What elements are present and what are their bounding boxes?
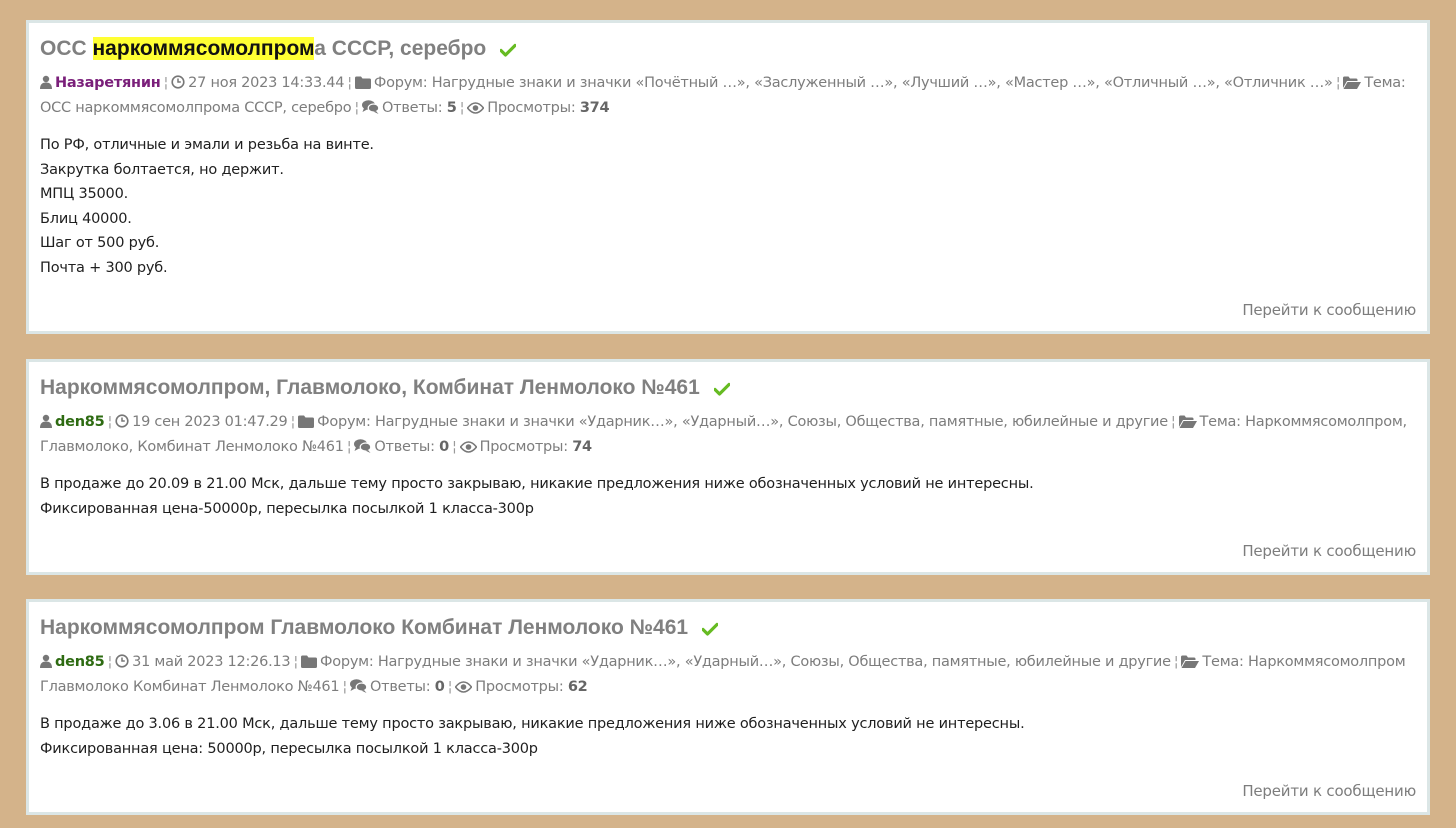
title-text[interactable]: Наркоммясомолпром, Главмолоко, Комбинат …: [40, 376, 700, 399]
excerpt-line: Фиксированная цена-50000р, пересылка пос…: [40, 500, 534, 517]
user-icon: [40, 75, 52, 89]
replies-label: Ответы:: [370, 678, 431, 695]
clock-icon: [115, 654, 129, 668]
folder-icon: [298, 415, 315, 428]
goto-message-link[interactable]: Перейти к сообщению: [1242, 782, 1416, 800]
forum-label: Форум:: [320, 654, 374, 670]
post-excerpt: В продаже до 20.09 в 21.00 Мск, дальше т…: [40, 472, 1416, 521]
post-meta: Назаретянин ¦ 27 ноя 2023 14:33.44 ¦ Форум: …: [40, 75, 1406, 116]
excerpt-line: Фиксированная цена: 50000р, пересылка по…: [40, 740, 538, 757]
post-date: 27 ноя 2023 14:33.44: [188, 75, 345, 91]
views-label: Просмотры:: [479, 438, 569, 455]
search-result-card: ОСС наркоммясомолпрома СССР, серебро Наз…: [26, 20, 1430, 334]
excerpt-line: МПЦ 35000.: [40, 186, 129, 203]
title-text[interactable]: Наркоммясомолпром Главмолоко Комбинат Ле…: [40, 616, 688, 639]
post-date: 31 май 2023 12:26.13: [132, 654, 291, 670]
user-icon: [40, 654, 52, 668]
author-link[interactable]: Назаретянин: [55, 75, 161, 91]
search-result-card: Наркоммясомолпром, Главмолоко, Комбинат …: [26, 359, 1430, 575]
comments-icon: [354, 438, 372, 453]
forum-link[interactable]: Нагрудные знаки и значки «Ударник…», «Уд…: [375, 414, 1168, 430]
title-text[interactable]: а СССР, серебро: [314, 37, 486, 60]
views-count: 374: [579, 99, 610, 116]
author-link[interactable]: den85: [55, 654, 105, 670]
excerpt-line: В продаже до 20.09 в 21.00 Мск, дальше т…: [40, 476, 1034, 492]
replies-label: Ответы:: [382, 99, 443, 116]
excerpt-line: Блиц 40000.: [40, 210, 132, 227]
replies-count: 0: [434, 678, 445, 695]
check-icon: [713, 382, 730, 396]
folder-open-icon: [1178, 415, 1197, 428]
comments-icon: [362, 99, 379, 114]
topic-label: Тема:: [1364, 75, 1406, 91]
eye-icon: [467, 101, 485, 114]
eye-icon: [459, 440, 477, 453]
search-highlight[interactable]: наркоммясомолпром: [92, 37, 315, 60]
goto-message-link[interactable]: Перейти к сообщению: [1242, 542, 1416, 560]
user-icon: [40, 414, 52, 428]
post-title[interactable]: ОСС наркоммясомолпрома СССР, серебро: [40, 35, 1416, 63]
views-count: 62: [567, 678, 588, 695]
forum-link[interactable]: Нагрудные знаки и значки «Ударник…», «Уд…: [378, 654, 1171, 670]
views-label: Просмотры:: [487, 99, 576, 116]
search-result-card: Наркоммясомолпром Главмолоко Комбинат Ле…: [26, 599, 1430, 815]
replies-count: 0: [439, 438, 449, 455]
comments-icon: [350, 678, 368, 693]
excerpt-line: Закрутка болтается, но держит.: [40, 161, 284, 178]
check-icon: [500, 43, 517, 57]
topic-link[interactable]: ОСС наркоммясомолпрома СССР, серебро: [40, 100, 352, 116]
views-label: Просмотры:: [475, 678, 564, 695]
post-excerpt: По РФ, отличные и эмали и резьба на винт…: [40, 133, 1416, 281]
author-link[interactable]: den85: [55, 414, 105, 430]
excerpt-line: Шаг от 500 руб.: [40, 235, 160, 252]
check-icon: [701, 622, 718, 636]
folder-open-icon: [1181, 655, 1200, 668]
eye-icon: [455, 680, 473, 693]
post-title[interactable]: Наркоммясомолпром, Главмолоко, Комбинат …: [40, 374, 1416, 402]
post-meta: den85 ¦ 19 сен 2023 01:47.29 ¦ Форум: Нагруд…: [40, 414, 1407, 455]
views-count: 74: [572, 438, 592, 455]
topic-label: Тема:: [1202, 654, 1244, 670]
excerpt-line: Почта + 300 руб.: [40, 259, 168, 276]
folder-open-icon: [1343, 76, 1362, 89]
replies-label: Ответы:: [374, 438, 435, 455]
post-title[interactable]: Наркоммясомолпром Главмолоко Комбинат Ле…: [40, 614, 1416, 642]
forum-label: Форум:: [373, 75, 428, 91]
forum-label: Форум:: [317, 414, 371, 430]
title-text[interactable]: ОСС: [40, 37, 93, 60]
goto-message-link[interactable]: Перейти к сообщению: [1242, 301, 1416, 319]
folder-icon: [354, 76, 371, 89]
forum-link[interactable]: Нагрудные знаки и значки «Почётный …», «…: [432, 75, 1333, 91]
post-meta: den85 ¦ 31 май 2023 12:26.13 ¦ Форум: Нагруд…: [40, 654, 1406, 695]
post-date: 19 сен 2023 01:47.29: [132, 414, 288, 430]
topic-label: Тема:: [1199, 414, 1242, 430]
post-excerpt: В продаже до 3.06 в 21.00 Мск, дальше те…: [40, 712, 1416, 761]
clock-icon: [171, 75, 185, 89]
folder-icon: [301, 655, 318, 668]
replies-count: 5: [446, 99, 457, 116]
excerpt-line: В продаже до 3.06 в 21.00 Мск, дальше те…: [40, 716, 1025, 732]
excerpt-line: По РФ, отличные и эмали и резьба на винт…: [40, 137, 374, 153]
clock-icon: [115, 414, 129, 428]
